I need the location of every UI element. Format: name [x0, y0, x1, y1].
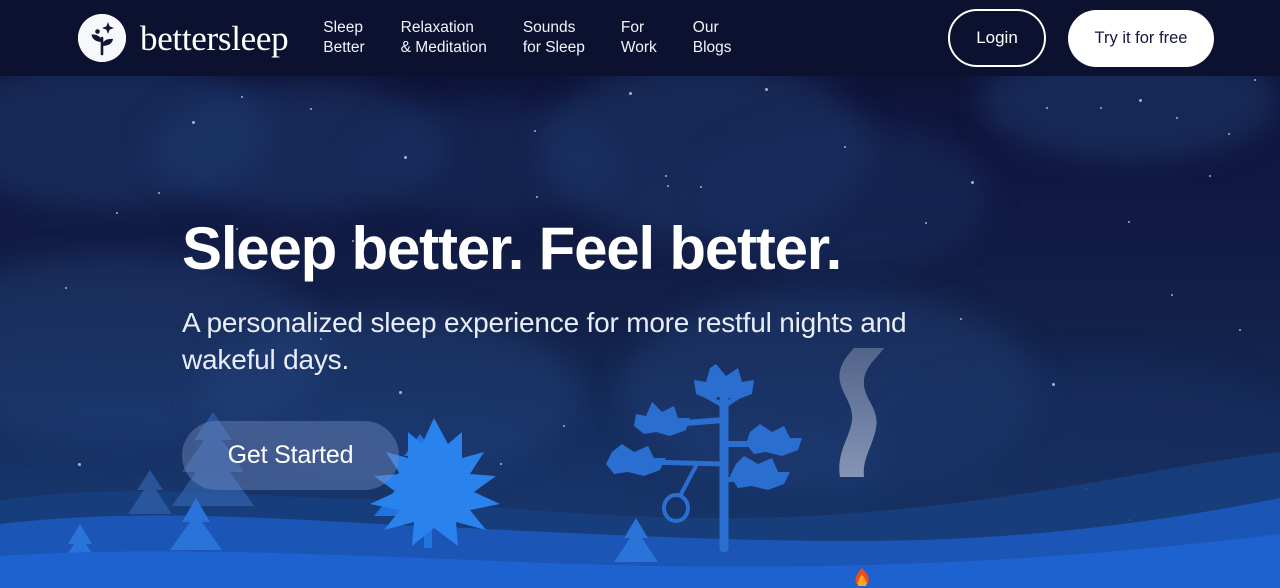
- sprout-sparkle-icon: [78, 14, 126, 62]
- hero-section: Sleep better. Feel better. A personalize…: [182, 215, 1042, 491]
- nav-item-line2: Blogs: [692, 39, 732, 56]
- nav-item-line1: Sleep: [323, 19, 363, 36]
- brand-logo[interactable]: bettersleep: [78, 14, 289, 62]
- main-navigation: Sleep Better Relaxation & Meditation Sou…: [323, 18, 731, 58]
- nav-item-line1: For: [620, 19, 645, 36]
- nav-item-our-blogs[interactable]: Our Blogs: [693, 18, 732, 58]
- site-header: bettersleep Sleep Better Relaxation & Me…: [0, 0, 1280, 76]
- header-actions: Login Try it for free: [948, 9, 1214, 67]
- nav-item-for-work[interactable]: For Work: [621, 18, 657, 58]
- get-started-button[interactable]: Get Started: [182, 421, 399, 491]
- try-for-free-button[interactable]: Try it for free: [1068, 9, 1214, 67]
- nav-item-line1: Our: [692, 19, 719, 36]
- nav-item-sounds-for-sleep[interactable]: Sounds for Sleep: [523, 18, 585, 58]
- hero-subtitle: A personalized sleep experience for more…: [182, 307, 907, 376]
- landing-page: Sleep better. Feel better. A personalize…: [0, 0, 1280, 588]
- nav-item-line2: & Meditation: [400, 39, 487, 56]
- nav-item-line1: Sounds: [522, 19, 576, 36]
- nav-item-line2: for Sleep: [522, 39, 585, 56]
- nav-item-relaxation-meditation[interactable]: Relaxation & Meditation: [401, 18, 487, 58]
- nav-item-line2: Better: [323, 39, 365, 56]
- login-button[interactable]: Login: [948, 9, 1046, 67]
- nav-item-line1: Relaxation: [400, 19, 474, 36]
- nav-item-sleep-better[interactable]: Sleep Better: [323, 18, 364, 58]
- page-title: Sleep better. Feel better.: [182, 215, 842, 282]
- brand-name: bettersleep: [140, 18, 289, 58]
- nav-item-line2: Work: [620, 39, 657, 56]
